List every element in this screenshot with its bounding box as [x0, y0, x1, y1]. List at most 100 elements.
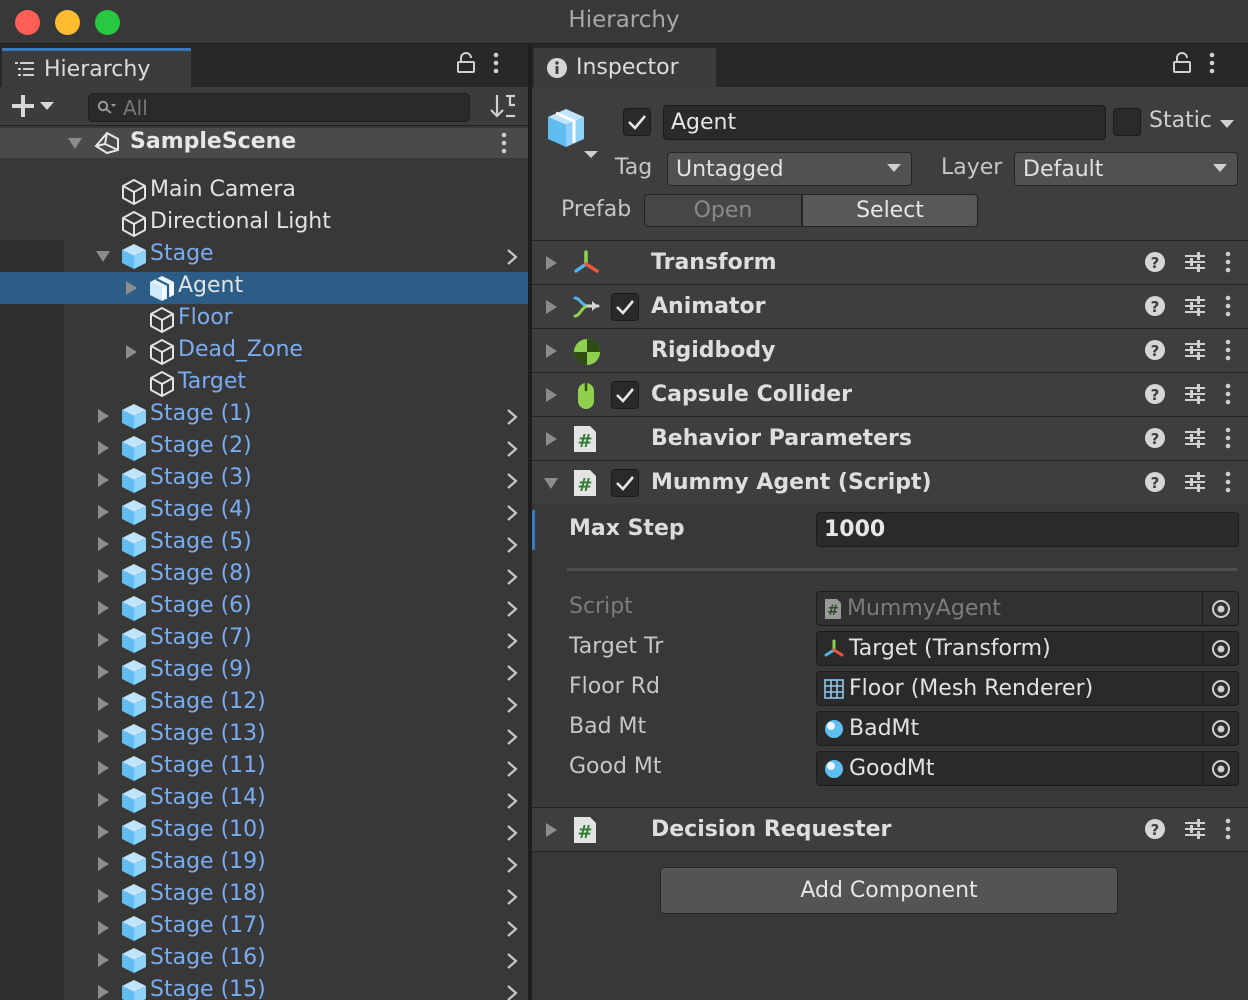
scene-kebab-menu-icon[interactable] — [500, 132, 508, 154]
chevron-right-icon[interactable] — [506, 952, 518, 970]
expand-arrow-icon[interactable] — [98, 729, 109, 743]
chevron-right-icon[interactable] — [506, 888, 518, 906]
hierarchy-item[interactable]: Stage (11) — [0, 752, 528, 784]
hierarchy-item[interactable]: Stage (1) — [0, 400, 528, 432]
kebab-menu-icon[interactable] — [1224, 818, 1232, 840]
hierarchy-item[interactable]: Stage (13) — [0, 720, 528, 752]
hierarchy-item[interactable]: Stage (8) — [0, 560, 528, 592]
hierarchy-item[interactable]: Directional Light — [0, 208, 528, 240]
prefab-select-button[interactable]: Select — [802, 194, 978, 227]
hierarchy-item[interactable]: Agent — [0, 272, 528, 304]
expand-arrow-icon[interactable] — [98, 793, 109, 807]
object-reference-field[interactable]: BadMt — [816, 711, 1239, 746]
expand-arrow-icon[interactable] — [68, 138, 82, 149]
tab-hierarchy[interactable]: Hierarchy — [2, 48, 191, 87]
presets-icon[interactable] — [1184, 471, 1206, 493]
component-mummy-agent-script[interactable]: # Mummy Agent (Script) ? — [532, 460, 1248, 504]
object-reference-field[interactable]: Target (Transform) — [816, 631, 1239, 666]
component-rigidbody[interactable]: Rigidbody ? — [532, 328, 1248, 372]
component-animator[interactable]: Animator ? — [532, 284, 1248, 328]
chevron-right-icon[interactable] — [506, 824, 518, 842]
hierarchy-item[interactable]: Stage (6) — [0, 592, 528, 624]
expand-arrow-icon[interactable] — [98, 633, 109, 647]
expand-arrow-icon[interactable] — [98, 441, 109, 455]
help-icon[interactable]: ? — [1144, 251, 1166, 273]
hierarchy-item[interactable]: Stage (18) — [0, 880, 528, 912]
collapse-arrow-icon[interactable] — [96, 251, 110, 262]
chevron-right-icon[interactable] — [506, 920, 518, 938]
chevron-right-icon[interactable] — [506, 440, 518, 458]
hierarchy-item[interactable]: Floor — [0, 304, 528, 336]
chevron-right-icon[interactable] — [506, 408, 518, 426]
chevron-right-icon[interactable] — [506, 984, 518, 1000]
static-label[interactable]: Static — [1149, 108, 1212, 133]
expand-arrow-icon[interactable] — [126, 281, 137, 295]
active-checkbox[interactable] — [623, 108, 651, 136]
help-icon[interactable]: ? — [1144, 295, 1166, 317]
kebab-menu-icon[interactable] — [1208, 52, 1216, 74]
kebab-menu-icon[interactable] — [1224, 427, 1232, 449]
presets-icon[interactable] — [1184, 251, 1206, 273]
expand-arrow-icon[interactable] — [98, 665, 109, 679]
expand-arrow-icon[interactable] — [546, 388, 557, 402]
sort-order-button[interactable] — [488, 92, 518, 120]
chevron-right-icon[interactable] — [506, 600, 518, 618]
component-behavior-parameters[interactable]: # Behavior Parameters ? — [532, 416, 1248, 460]
chevron-right-icon[interactable] — [506, 728, 518, 746]
presets-icon[interactable] — [1184, 383, 1206, 405]
hierarchy-item[interactable]: Stage (15) — [0, 976, 528, 1000]
expand-arrow-icon[interactable] — [98, 921, 109, 935]
hierarchy-item[interactable]: Main Camera — [0, 176, 528, 208]
expand-arrow-icon[interactable] — [98, 825, 109, 839]
expand-arrow-icon[interactable] — [98, 409, 109, 423]
collapse-arrow-icon[interactable] — [544, 478, 558, 489]
scene-header-row[interactable]: SampleScene — [0, 128, 528, 158]
expand-arrow-icon[interactable] — [98, 857, 109, 871]
expand-arrow-icon[interactable] — [98, 761, 109, 775]
object-picker-icon[interactable] — [1202, 672, 1238, 705]
kebab-menu-icon[interactable] — [1224, 471, 1232, 493]
kebab-menu-icon[interactable] — [492, 52, 500, 74]
expand-arrow-icon[interactable] — [98, 985, 109, 999]
component-decision-requester[interactable]: # Decision Requester ? — [532, 807, 1248, 851]
hierarchy-item[interactable]: Stage (3) — [0, 464, 528, 496]
chevron-right-icon[interactable] — [506, 632, 518, 650]
hierarchy-item[interactable]: Stage (7) — [0, 624, 528, 656]
object-reference-field[interactable]: Floor (Mesh Renderer) — [816, 671, 1239, 706]
tab-inspector[interactable]: Inspector — [534, 48, 716, 87]
kebab-menu-icon[interactable] — [1224, 339, 1232, 361]
expand-arrow-icon[interactable] — [98, 889, 109, 903]
object-picker-icon[interactable] — [1202, 752, 1238, 785]
prefab-open-button[interactable]: Open — [644, 194, 802, 227]
object-picker-icon[interactable] — [1202, 632, 1238, 665]
presets-icon[interactable] — [1184, 427, 1206, 449]
gameobject-name-field[interactable]: Agent — [663, 105, 1106, 140]
layer-dropdown[interactable]: Default — [1014, 152, 1238, 186]
hierarchy-item[interactable]: Target — [0, 368, 528, 400]
hierarchy-item[interactable]: Dead_Zone — [0, 336, 528, 368]
hierarchy-item[interactable]: Stage (16) — [0, 944, 528, 976]
kebab-menu-icon[interactable] — [1224, 251, 1232, 273]
static-checkbox[interactable] — [1113, 108, 1141, 136]
chevron-right-icon[interactable] — [506, 664, 518, 682]
expand-arrow-icon[interactable] — [98, 473, 109, 487]
expand-arrow-icon[interactable] — [546, 300, 557, 314]
help-icon[interactable]: ? — [1144, 427, 1166, 449]
presets-icon[interactable] — [1184, 339, 1206, 361]
expand-arrow-icon[interactable] — [546, 344, 557, 358]
static-dropdown-arrow-icon[interactable] — [1220, 119, 1234, 129]
add-component-button[interactable]: Add Component — [660, 867, 1118, 914]
hierarchy-item[interactable]: Stage (4) — [0, 496, 528, 528]
lock-icon[interactable] — [1172, 52, 1192, 74]
chevron-right-icon[interactable] — [506, 856, 518, 874]
expand-arrow-icon[interactable] — [98, 953, 109, 967]
hierarchy-item[interactable]: Stage (14) — [0, 784, 528, 816]
lock-icon[interactable] — [456, 52, 476, 74]
max-step-field[interactable]: 1000 — [816, 512, 1239, 547]
hierarchy-item[interactable]: Stage (2) — [0, 432, 528, 464]
create-dropdown-button[interactable] — [10, 93, 54, 119]
expand-arrow-icon[interactable] — [546, 823, 557, 837]
expand-arrow-icon[interactable] — [98, 537, 109, 551]
chevron-right-icon[interactable] — [506, 536, 518, 554]
chevron-right-icon[interactable] — [506, 792, 518, 810]
